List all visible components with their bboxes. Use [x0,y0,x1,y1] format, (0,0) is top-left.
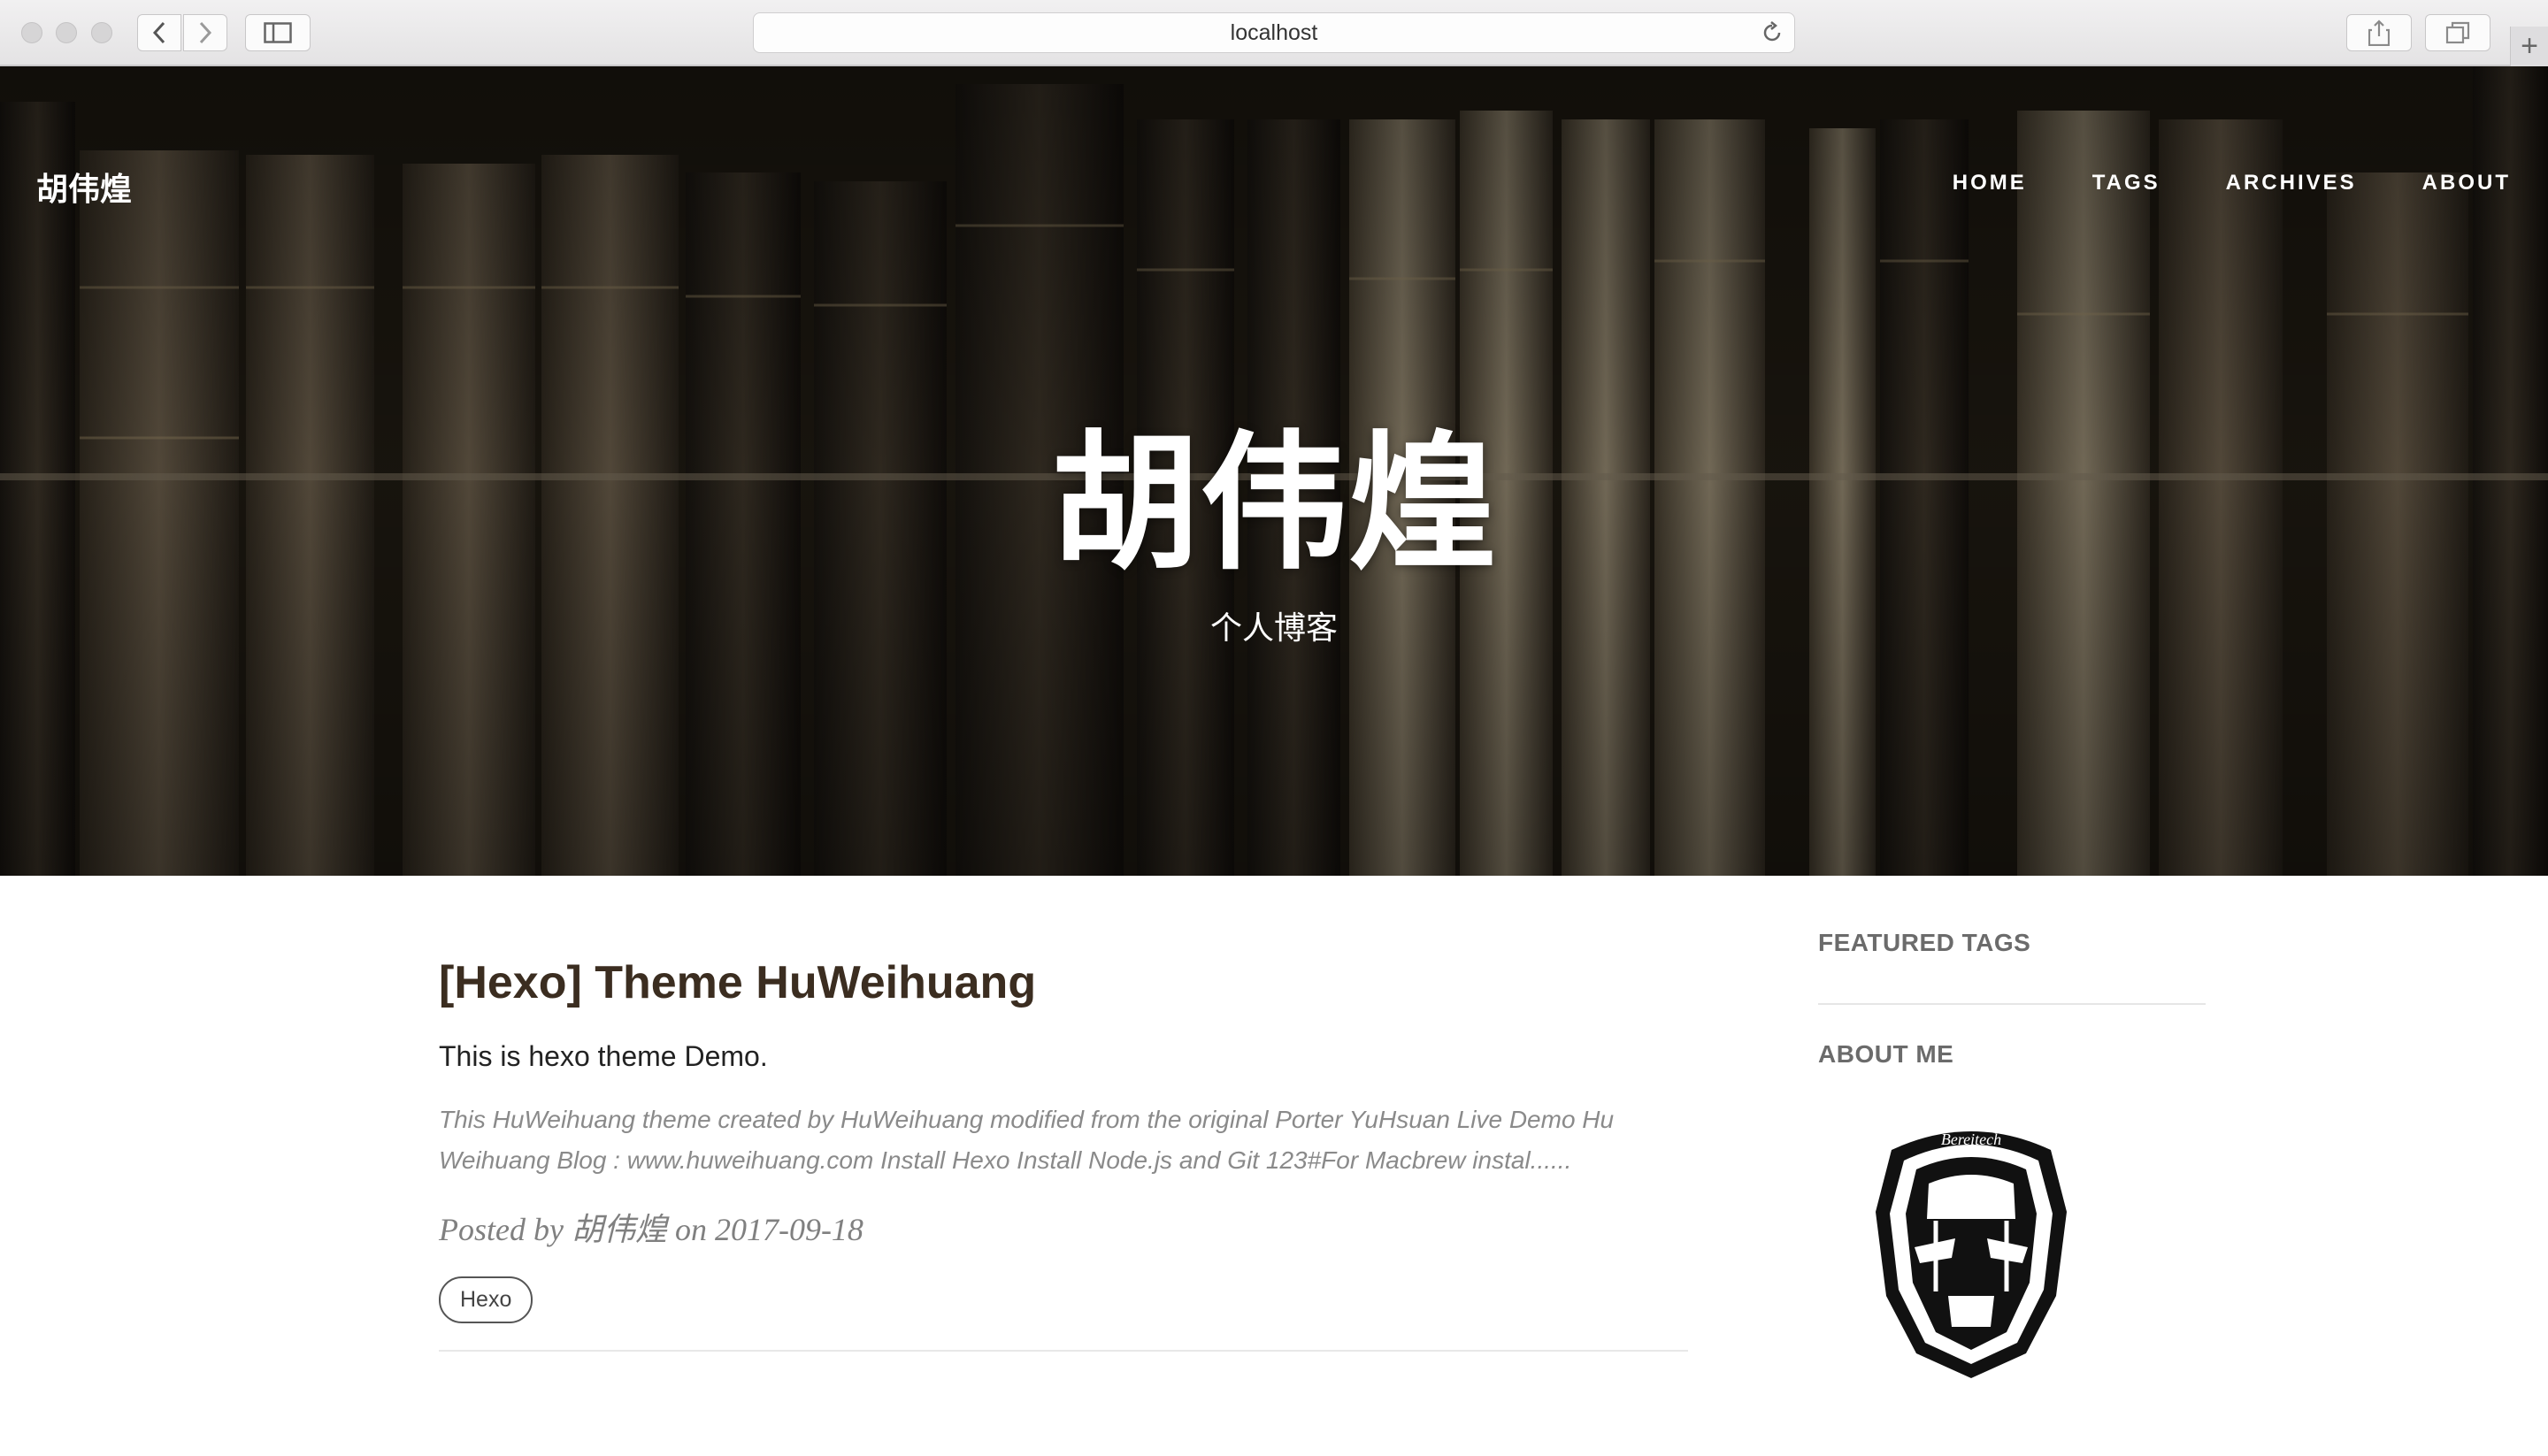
iron-man-mask-icon: Bereitech [1876,1130,2067,1378]
about-me-heading: ABOUT ME [1818,1040,1954,1068]
tabs-icon [2445,21,2470,44]
back-button[interactable] [137,14,181,51]
back-icon [152,21,165,44]
url-text: localhost [1230,19,1318,45]
nav-archives-link[interactable]: ARCHIVES [2226,171,2357,195]
minimize-window-button[interactable] [56,22,77,43]
new-tab-button[interactable]: + [2510,27,2548,66]
sidebar-icon [264,22,292,43]
forward-icon [199,21,212,44]
sidebar-divider [1818,1003,2206,1005]
close-window-button[interactable] [21,22,42,43]
svg-text:Bereitech: Bereitech [1941,1130,2001,1148]
show-tabs-button[interactable] [2425,14,2490,51]
address-bar[interactable]: localhost [753,12,1795,53]
post-title-link[interactable]: [Hexo] Theme HuWeihuang [439,955,1688,1010]
sidebar-toggle-button[interactable] [245,14,311,51]
sidebar: FEATURED TAGS ABOUT ME Bereitech [1818,929,2206,1378]
post-meta: Posted by 胡伟煌 on 2017-09-18 [439,1212,863,1248]
new-tab-icon: + [2521,29,2538,63]
tag-pill-hexo[interactable]: Hexo [439,1276,533,1324]
top-navigation: HOME TAGS ARCHIVES ABOUT [1887,171,2511,195]
browser-toolbar: localhost + [0,0,2548,66]
reload-icon[interactable] [1761,21,1784,44]
nav-home-link[interactable]: HOME [1953,171,2027,195]
featured-tags-heading: FEATURED TAGS [1818,929,2031,956]
hero-subtitle: 个人博客 [1209,610,1338,647]
share-icon [2368,19,2390,46]
zoom-window-button[interactable] [91,22,112,43]
post-subtitle[interactable]: This is hexo theme Demo. [439,1040,1688,1073]
hero-title: 胡伟煌 [1051,417,1497,590]
site-brand[interactable]: 胡伟煌 [36,164,132,210]
nav-about-link[interactable]: ABOUT [2422,171,2511,195]
share-button[interactable] [2346,14,2412,51]
post-excerpt: This HuWeihuang theme created by HuWeihu… [439,1106,1615,1175]
post-preview: [Hexo] Theme HuWeihuang This is hexo the… [439,955,1688,1324]
forward-button[interactable] [183,14,227,51]
nav-tags-link[interactable]: TAGS [2092,171,2160,195]
post-divider [439,1350,1688,1352]
hero-header: 胡伟煌 HOME TAGS ARCHIVES ABOUT 胡伟煌 个人博客 [0,66,2548,876]
